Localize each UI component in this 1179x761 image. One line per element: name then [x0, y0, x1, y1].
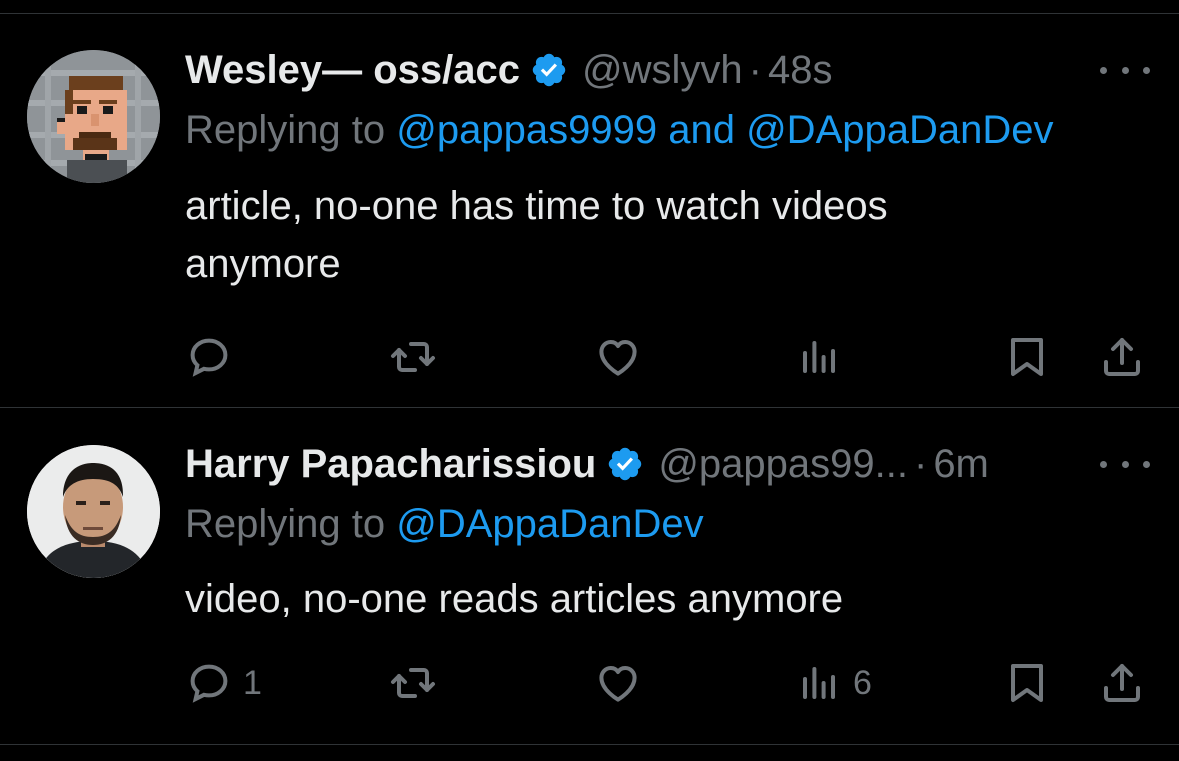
tweet[interactable]: Harry Papacharissiou @pappas99... · 6m R…	[0, 408, 1179, 745]
timestamp[interactable]: 6m	[933, 440, 989, 488]
reply-count: 1	[243, 663, 262, 702]
replying-to: Replying to @DAppaDanDev	[185, 500, 704, 548]
mention-link[interactable]: @pappas9999	[396, 108, 657, 152]
bookmark-button[interactable]	[1003, 332, 1051, 382]
handle[interactable]: @pappas99...	[658, 440, 908, 488]
like-button[interactable]	[594, 658, 642, 708]
tweet-text: article, no-one has time to watch videos…	[185, 177, 1145, 293]
views-count: 6	[853, 663, 872, 702]
replying-to-label: Replying to	[185, 502, 386, 546]
views-bars-icon	[803, 341, 835, 373]
reply-bubble-icon	[190, 664, 228, 703]
retweet-icon	[391, 668, 435, 698]
share-icon	[1104, 664, 1140, 702]
tweet-text-line: anymore	[185, 242, 341, 286]
tweet-header: Harry Papacharissiou @pappas99... · 6m	[185, 440, 989, 488]
pixel-avatar-image	[27, 50, 160, 183]
share-button[interactable]	[1098, 332, 1146, 382]
reply-bubble-icon	[190, 338, 228, 377]
retweet-button[interactable]	[389, 332, 437, 382]
mention-link[interactable]: @DAppaDanDev	[396, 502, 703, 546]
like-button[interactable]	[594, 332, 642, 382]
handle[interactable]: @wslyvh	[582, 46, 743, 94]
heart-icon	[599, 340, 637, 376]
verified-badge-icon	[530, 51, 568, 89]
bookmark-icon	[1011, 664, 1043, 702]
tweet-text: video, no-one reads articles anymore	[185, 570, 1145, 628]
views-button[interactable]	[795, 332, 853, 382]
tweet[interactable]: Wesley— oss/acc @wslyvh · 48s Replying t…	[0, 14, 1179, 408]
replying-to-and: and	[668, 108, 735, 152]
heart-icon	[599, 666, 637, 702]
tweet-text-line: article, no-one has time to watch videos	[185, 184, 888, 228]
display-name[interactable]: Wesley— oss/acc	[185, 46, 520, 94]
tweet-text-line: video, no-one reads articles anymore	[185, 577, 844, 621]
separator: ·	[913, 442, 928, 486]
avatar[interactable]	[27, 50, 160, 183]
verified-badge-icon	[606, 445, 644, 483]
action-bar: 1 6	[185, 658, 1150, 708]
views-button[interactable]: 6	[795, 658, 872, 708]
retweet-button[interactable]	[389, 658, 437, 708]
replying-to: Replying to @pappas9999 and @DAppaDanDev	[185, 106, 1054, 154]
bookmark-button[interactable]	[1003, 658, 1051, 708]
share-icon	[1104, 338, 1140, 376]
timestamp[interactable]: 48s	[768, 46, 833, 94]
bookmark-icon	[1011, 338, 1043, 376]
display-name[interactable]: Harry Papacharissiou	[185, 440, 596, 488]
person-avatar-image	[27, 445, 160, 578]
share-button[interactable]	[1098, 658, 1146, 708]
more-dots-icon[interactable]	[1100, 62, 1150, 78]
mention-link[interactable]: @DAppaDanDev	[746, 108, 1053, 152]
tweet-header: Wesley— oss/acc @wslyvh · 48s	[185, 46, 832, 94]
replying-to-label: Replying to	[185, 108, 386, 152]
avatar[interactable]	[27, 445, 160, 578]
action-bar	[185, 332, 1150, 382]
views-bars-icon	[803, 667, 835, 699]
reply-button[interactable]: 1	[185, 658, 262, 708]
more-dots-icon[interactable]	[1100, 456, 1150, 472]
separator: ·	[748, 48, 762, 92]
retweet-icon	[391, 342, 435, 372]
reply-button[interactable]	[185, 332, 243, 382]
